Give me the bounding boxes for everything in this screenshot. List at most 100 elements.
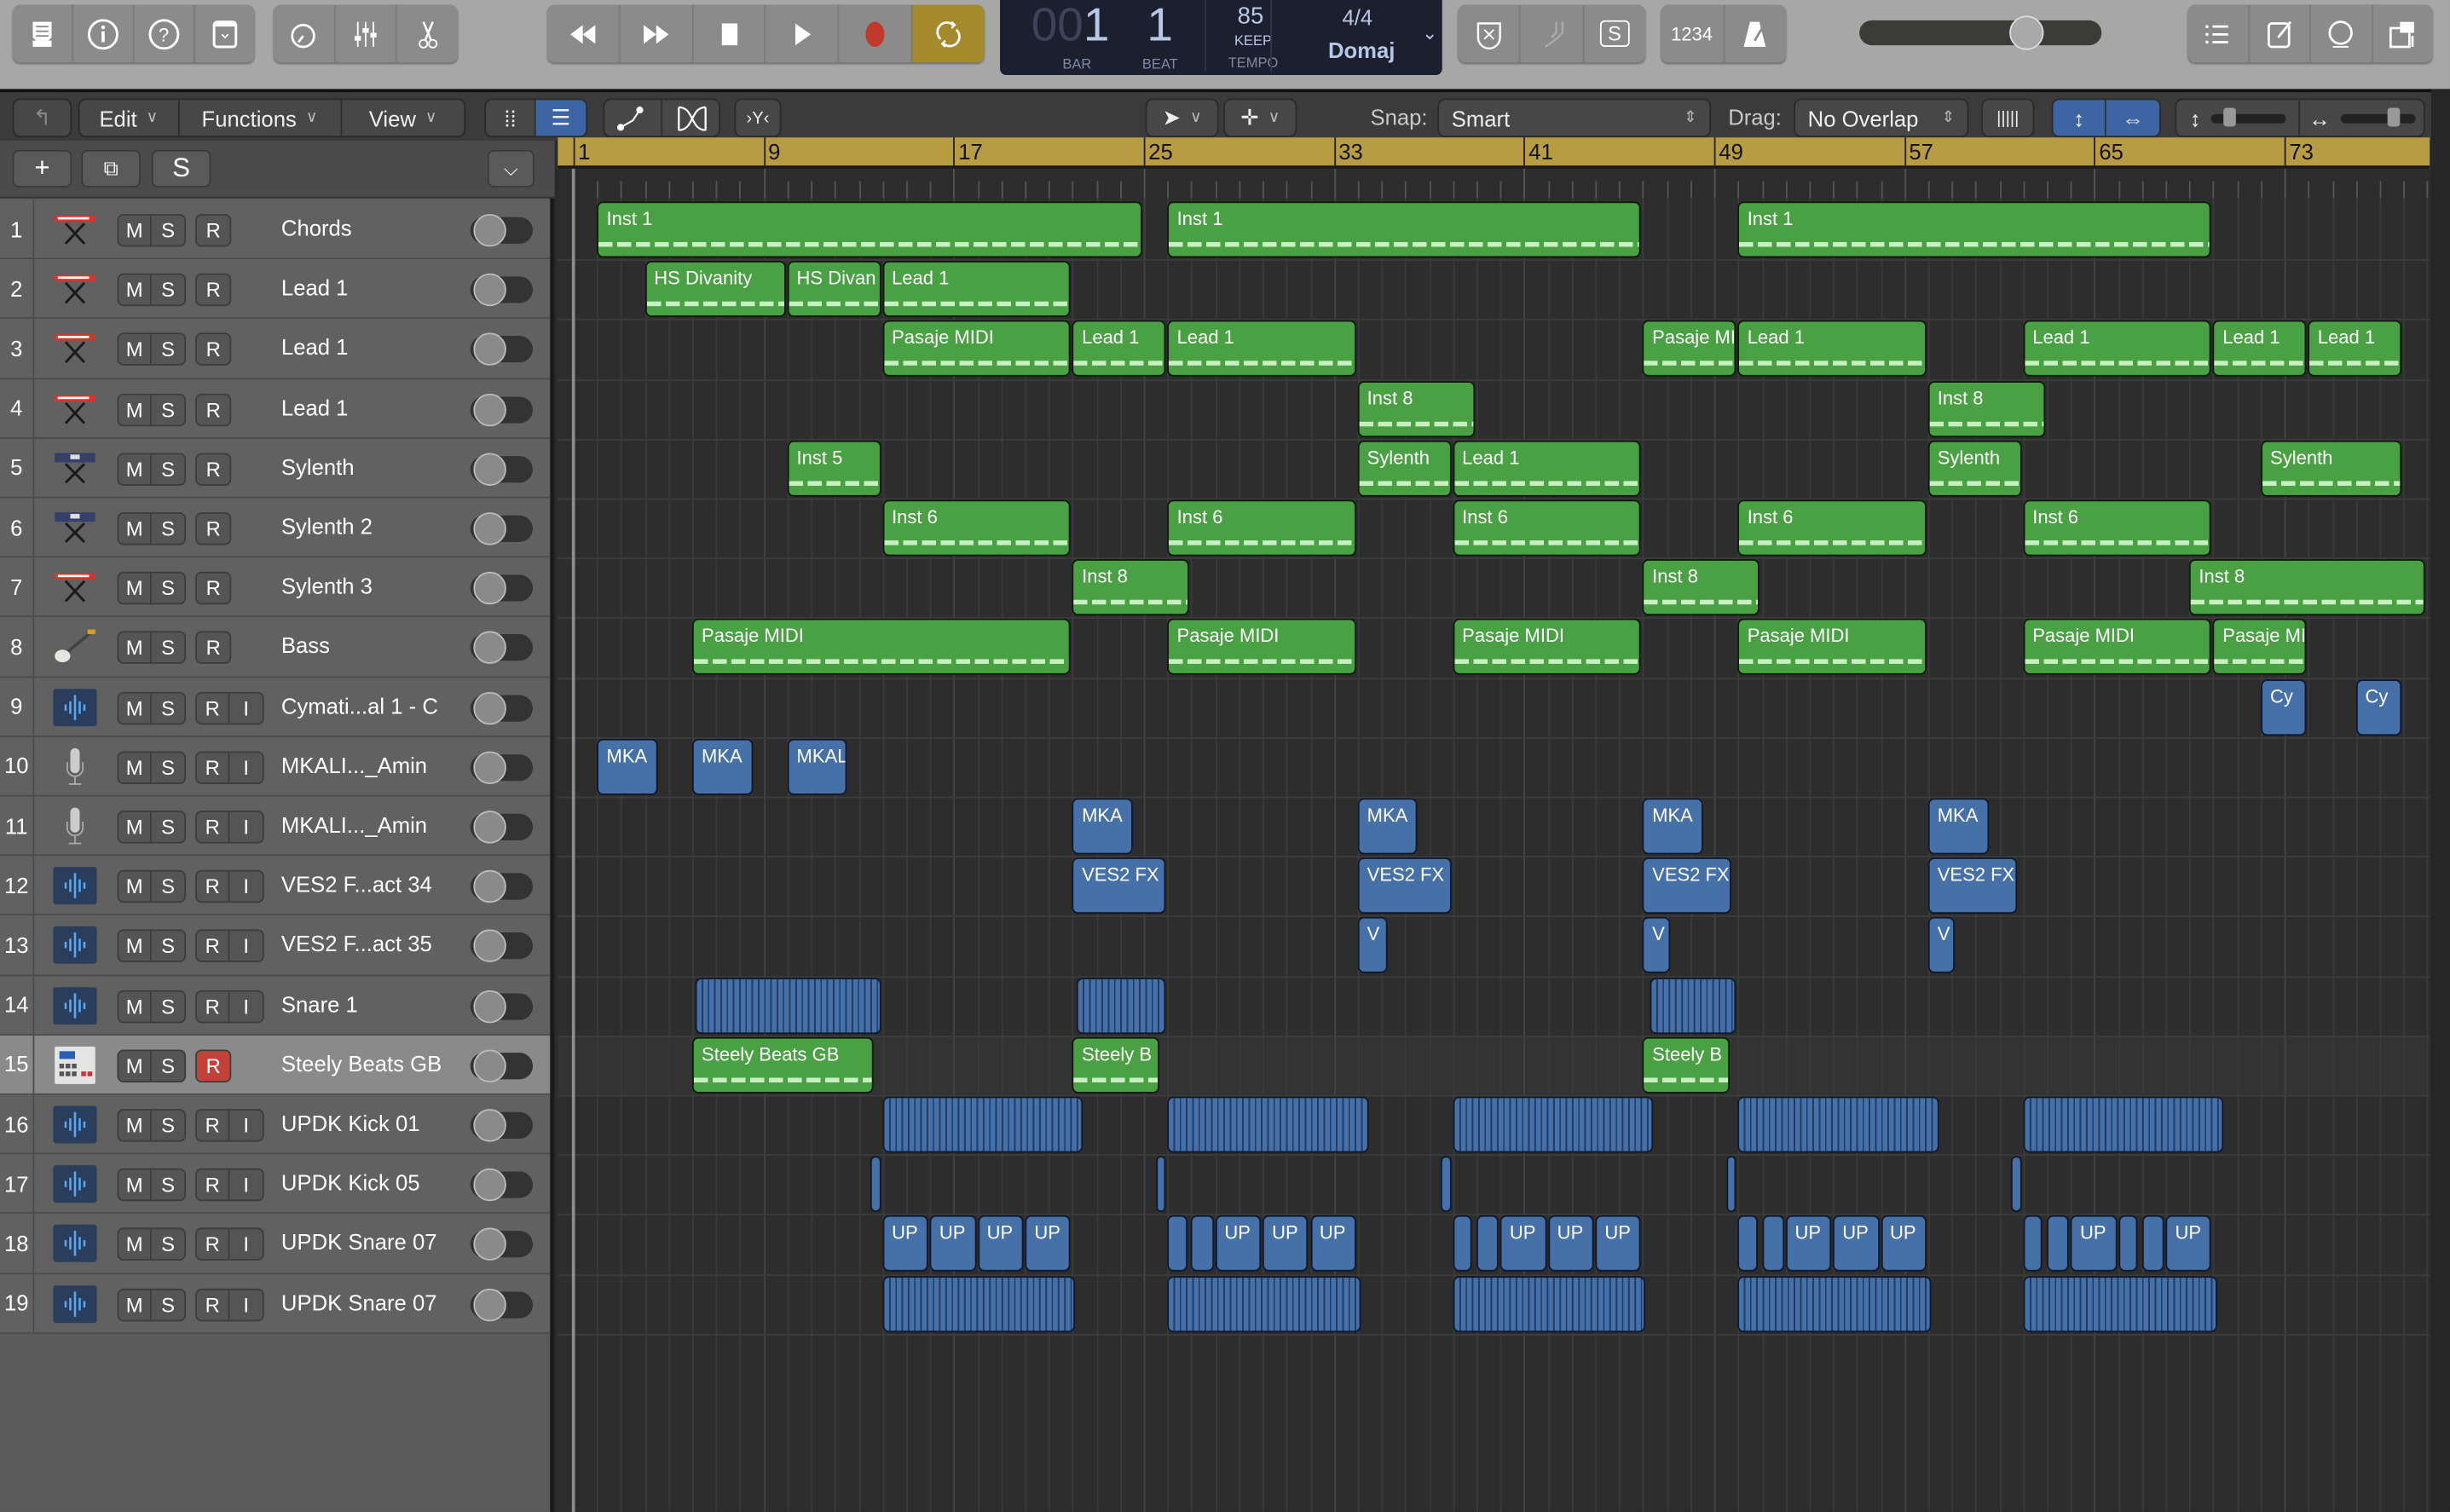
duplicate-track-button[interactable]: ⧉ xyxy=(81,149,141,188)
audio-region[interactable]: MKA xyxy=(597,738,658,795)
audio-region[interactable] xyxy=(1441,1156,1452,1213)
track-on-off-toggle[interactable] xyxy=(470,870,534,903)
midi-region[interactable]: Lead 1 xyxy=(1072,320,1166,378)
quick-help-button[interactable]: ? xyxy=(135,4,196,63)
mute-button[interactable]: M xyxy=(118,215,152,245)
mute-button[interactable]: M xyxy=(118,1289,152,1319)
marquee-tool[interactable]: ✛ ∨ xyxy=(1225,100,1295,136)
midi-region[interactable]: Pasaje MIDI xyxy=(882,320,1072,378)
record-enable-button[interactable]: R xyxy=(197,811,230,842)
mic-icon[interactable] xyxy=(51,806,98,847)
waveform-zoom-button[interactable]: ||||| xyxy=(1983,100,2033,136)
track-header[interactable]: 1 MS R Chords xyxy=(0,199,551,260)
record-enable-button[interactable]: R xyxy=(197,275,229,305)
audio-region[interactable]: V xyxy=(1927,917,1956,974)
synth-red-icon[interactable] xyxy=(51,210,98,251)
input-monitor-button[interactable]: I xyxy=(229,812,262,842)
audio-region[interactable] xyxy=(882,1275,1076,1332)
mute-button[interactable]: M xyxy=(118,573,152,603)
midi-region[interactable]: Lead 1 xyxy=(1453,440,1642,497)
track-on-off-toggle[interactable] xyxy=(470,751,534,784)
midi-region[interactable]: Sylenth xyxy=(1927,440,2022,497)
solo-button[interactable]: S xyxy=(152,1111,184,1140)
track-header[interactable]: 3 MS R Lead 1 xyxy=(0,319,551,379)
track-name[interactable]: Cymati...al 1 - C xyxy=(281,693,438,718)
bar-ruler[interactable]: 1 9 17 25 33 41 49 57 65 73 xyxy=(558,137,2430,169)
track-on-off-toggle[interactable] xyxy=(470,453,534,486)
audio-icon[interactable] xyxy=(51,926,98,967)
track-name[interactable]: Lead 1 xyxy=(281,275,348,300)
track-header[interactable]: 14 MS RI Snare 1 xyxy=(0,975,551,1036)
record-enable-button[interactable]: R xyxy=(197,216,229,245)
audio-region[interactable]: UP xyxy=(1547,1215,1594,1273)
mute-button[interactable]: M xyxy=(118,1229,152,1260)
record-enable-button[interactable]: R xyxy=(197,752,230,782)
track-on-off-toggle[interactable] xyxy=(470,811,534,844)
midi-region[interactable]: Inst 6 xyxy=(1167,499,1356,557)
record-enable-button[interactable]: R xyxy=(197,1229,230,1260)
synth-blue-icon[interactable] xyxy=(51,448,98,489)
audio-region[interactable]: VES2 FX xyxy=(1357,857,1452,915)
track-name[interactable]: MKALI..._Amin xyxy=(281,753,427,777)
track-on-off-toggle[interactable] xyxy=(470,214,534,247)
audio-region[interactable] xyxy=(1453,1096,1654,1153)
audio-icon[interactable] xyxy=(51,1105,98,1146)
library-button[interactable] xyxy=(13,4,74,63)
track-on-off-toggle[interactable] xyxy=(470,990,534,1023)
mic-icon[interactable] xyxy=(51,747,98,788)
midi-region[interactable]: Pasaje MIDI xyxy=(1737,619,1927,676)
track-name[interactable]: UPDK Snare 07 xyxy=(281,1290,437,1314)
record-enable-button[interactable]: R xyxy=(197,574,229,603)
midi-region[interactable]: Pasaje MI xyxy=(2213,619,2307,676)
midi-region[interactable]: Pasaje MIDI xyxy=(1167,619,1356,676)
track-header[interactable]: 10 MS RI MKALI..._Amin xyxy=(0,736,551,797)
record-button[interactable] xyxy=(840,4,913,63)
track-name[interactable]: Snare 1 xyxy=(281,991,358,1016)
bass-icon[interactable] xyxy=(51,627,98,668)
record-enable-button[interactable]: R xyxy=(197,395,229,424)
track-header[interactable]: 7 MS R Sylenth 3 xyxy=(0,557,551,618)
midi-region[interactable]: Pasaje MI xyxy=(1643,320,1736,378)
record-enable-button[interactable]: R xyxy=(197,1169,230,1200)
midi-region[interactable]: Inst 6 xyxy=(882,499,1072,557)
mute-button[interactable]: M xyxy=(118,274,152,305)
record-enable-button[interactable]: R xyxy=(197,454,229,484)
audio-region[interactable]: MKA xyxy=(1927,798,1989,855)
record-enable-button[interactable]: R xyxy=(197,1110,230,1140)
track-name[interactable]: Sylenth 3 xyxy=(281,574,373,598)
view-menu[interactable]: View ∨ xyxy=(342,100,465,136)
midi-region[interactable]: Lead 1 xyxy=(882,261,1072,318)
cycle-button[interactable] xyxy=(912,4,985,63)
master-volume-slider[interactable] xyxy=(1859,15,2102,50)
audio-region[interactable] xyxy=(1737,1215,1758,1273)
audio-region[interactable]: VES2 FX xyxy=(1927,857,2017,915)
tuner-button[interactable] xyxy=(1521,4,1584,63)
marker-lane[interactable] xyxy=(558,168,2430,199)
mute-button[interactable]: M xyxy=(118,811,152,842)
track-name[interactable]: Sylenth xyxy=(281,454,355,479)
lcd-display[interactable]: 001 1 BAR BEAT 85 KEEP TEMPO 4/4 Domaj ⌄ xyxy=(1000,0,1442,75)
midi-region[interactable]: Inst 8 xyxy=(1072,559,1190,616)
list-editors-button[interactable] xyxy=(2187,4,2250,63)
midi-region[interactable]: Inst 6 xyxy=(2023,499,2212,557)
audio-region[interactable]: MKA xyxy=(1357,798,1419,855)
vertical-zoom-slider[interactable]: ↕ xyxy=(2176,100,2301,136)
solo-button[interactable]: S xyxy=(152,216,184,245)
editors-button[interactable] xyxy=(397,4,458,62)
midi-region[interactable]: Inst 8 xyxy=(1357,380,1476,437)
midi-region[interactable]: Pasaje MIDI xyxy=(1453,619,1642,676)
track-name[interactable]: Lead 1 xyxy=(281,395,348,419)
replace-button[interactable] xyxy=(1458,4,1522,63)
solo-button[interactable]: S xyxy=(152,1051,184,1081)
audio-region[interactable]: UP xyxy=(882,1215,928,1273)
mute-button[interactable]: M xyxy=(118,692,152,723)
solo-button[interactable]: S xyxy=(152,812,184,842)
midi-region[interactable]: Inst 6 xyxy=(1737,499,1927,557)
record-enable-button[interactable]: R xyxy=(197,1289,230,1319)
midi-region[interactable]: Lead 1 xyxy=(1737,320,1927,378)
track-header[interactable]: 2 MS R Lead 1 xyxy=(0,259,551,320)
audio-region[interactable]: V xyxy=(1643,917,1670,974)
drum-machine-icon[interactable] xyxy=(51,1045,98,1086)
midi-region[interactable]: Steely Beats GB xyxy=(692,1036,874,1094)
mute-button[interactable]: M xyxy=(118,334,152,365)
